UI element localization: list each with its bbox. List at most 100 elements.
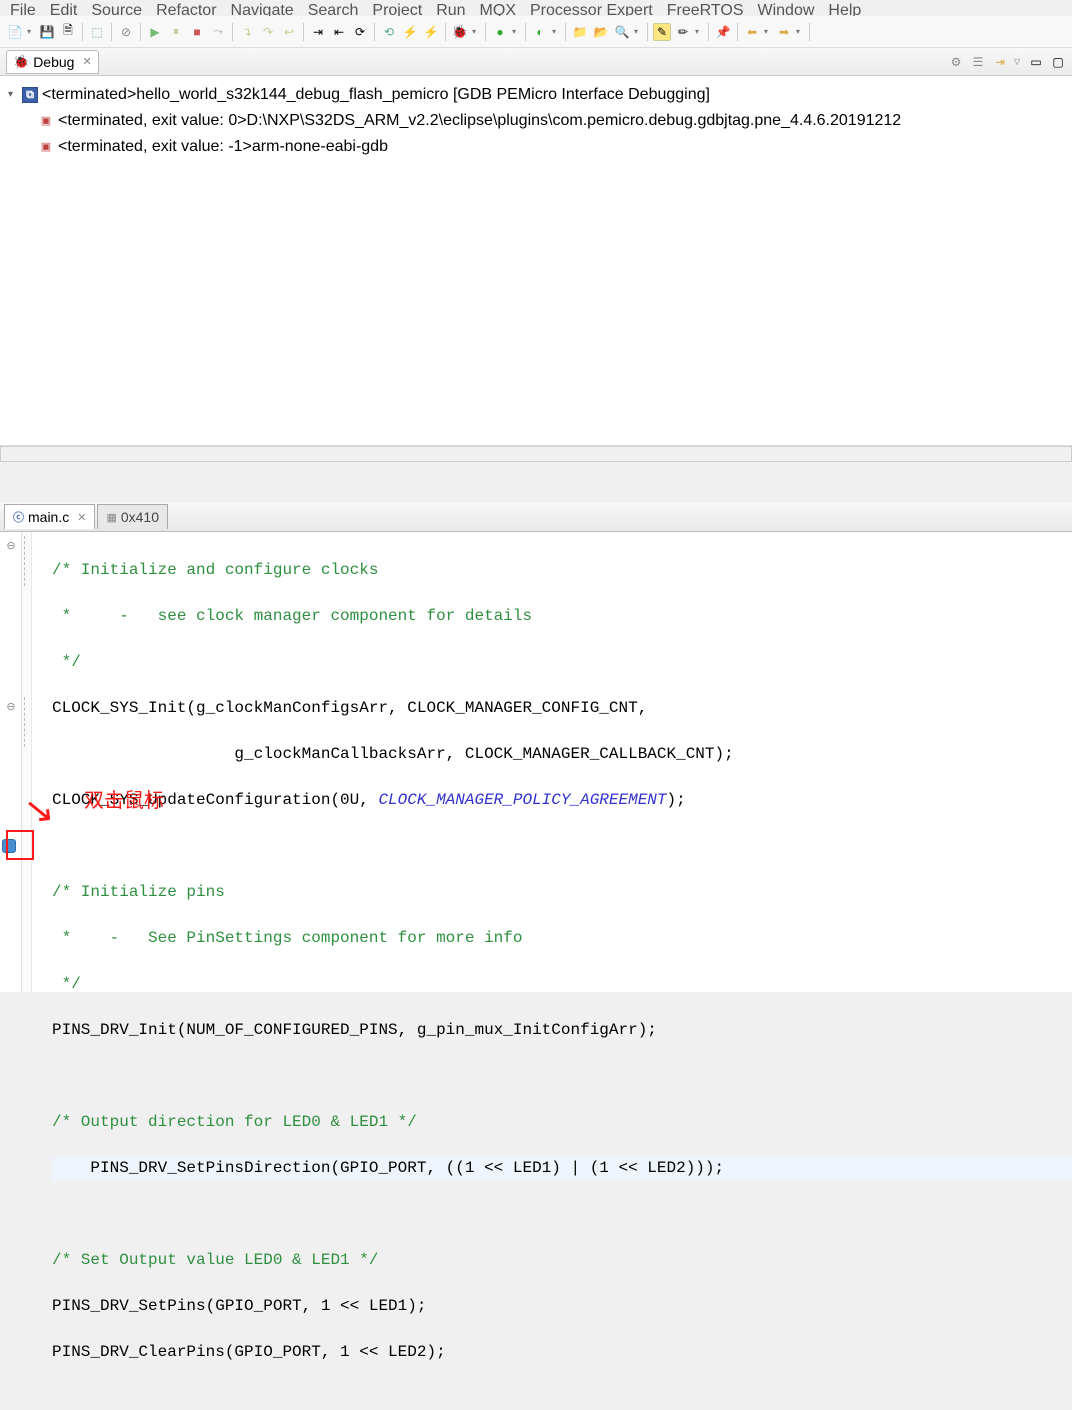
code-text: PINS_DRV_SetPins(GPIO_PORT, 1 << LED1); <box>52 1297 426 1315</box>
tab-memory[interactable]: ▦ 0x410 <box>97 504 168 529</box>
terminate-icon[interactable]: ■ <box>188 23 206 41</box>
menu-freertos[interactable]: FreeRTOS <box>667 2 744 14</box>
reset-icon[interactable]: ⟲ <box>380 23 398 41</box>
new-dropdown[interactable]: ▾ <box>27 27 35 36</box>
code-text: g_clockManCallbacksArr, CLOCK_MANAGER_CA… <box>52 745 734 763</box>
tree-expand-icon[interactable]: ▾ <box>8 82 18 108</box>
fold-icon[interactable]: ⊖ <box>0 697 22 720</box>
tab-main-c[interactable]: ⓒ main.c ✕ <box>4 504 95 529</box>
close-icon[interactable]: ✕ <box>77 511 86 524</box>
step-into-icon[interactable]: ↴ <box>238 23 256 41</box>
flash-action-icon[interactable]: ⚡ <box>422 23 440 41</box>
code-comment: * - See PinSettings component for more i… <box>52 929 522 947</box>
menu-bar: File Edit Source Refactor Navigate Searc… <box>0 0 1072 16</box>
folding-ruler <box>22 532 32 992</box>
editor-tab-bar: ⓒ main.c ✕ ▦ 0x410 <box>0 502 1072 532</box>
view-menu-dropdown[interactable]: ▽ <box>1014 57 1022 66</box>
code-comment: /* Initialize pins <box>52 883 225 901</box>
menu-project[interactable]: Project <box>372 2 422 14</box>
maximize-icon[interactable]: ▢ <box>1050 54 1066 70</box>
debug-tools-tree-icon[interactable]: ☰ <box>970 54 986 70</box>
minimize-icon[interactable]: ▭ <box>1028 54 1044 70</box>
menu-run[interactable]: Run <box>436 2 465 14</box>
back-icon[interactable]: ⬅ <box>743 23 761 41</box>
code-comment: */ <box>52 975 81 993</box>
terminated-icon: ▣ <box>38 113 54 129</box>
edit-dropdown[interactable]: ▾ <box>695 27 703 36</box>
debug-dropdown[interactable]: ▾ <box>472 27 480 36</box>
code-const: CLOCK_MANAGER_POLICY_AGREEMENT <box>378 791 666 809</box>
tab-main-label: main.c <box>28 509 69 525</box>
menu-processor-expert[interactable]: Processor Expert <box>530 2 653 14</box>
tab-memory-label: 0x410 <box>121 509 159 525</box>
forward-icon[interactable]: ➡ <box>775 23 793 41</box>
save-icon[interactable]: 💾 <box>38 23 56 41</box>
menu-navigate[interactable]: Navigate <box>231 2 294 14</box>
disconnect-icon[interactable]: ⤳ <box>209 23 227 41</box>
step-over-instr-icon[interactable]: ⇤ <box>330 23 348 41</box>
instruction-mode-icon[interactable]: ⟳ <box>351 23 369 41</box>
menu-mqx[interactable]: MQX <box>480 2 516 14</box>
code-text: CLOCK_SYS_UpdateConfiguration(0U, <box>52 791 378 809</box>
binary-icon[interactable]: ⬚ <box>88 23 106 41</box>
terminated-icon: ▣ <box>38 139 54 155</box>
suspend-icon[interactable]: ⏸ <box>167 23 185 41</box>
process-node-2[interactable]: ▣ <terminated, exit value: -1>arm-none-e… <box>8 134 1064 160</box>
code-text: ); <box>667 791 686 809</box>
back-dropdown[interactable]: ▾ <box>764 27 772 36</box>
launch-node[interactable]: ▾ ⧉ <terminated>hello_world_s32k144_debu… <box>8 82 1064 108</box>
menu-edit[interactable]: Edit <box>50 2 78 14</box>
memory-icon: ▦ <box>106 511 116 524</box>
debug-icon[interactable]: 🐞 <box>451 23 469 41</box>
run-dropdown[interactable]: ▾ <box>512 27 520 36</box>
code-comment: /* Set Output value LED0 & LED1 */ <box>52 1251 378 1269</box>
code-comment: * - see clock manager component for deta… <box>52 607 532 625</box>
run-icon[interactable]: ● <box>491 23 509 41</box>
step-into-instr-icon[interactable]: ⇥ <box>309 23 327 41</box>
pin-icon[interactable]: 📌 <box>714 23 732 41</box>
edit-icon[interactable]: ✏ <box>674 23 692 41</box>
close-icon[interactable]: ✕ <box>82 55 91 68</box>
fold-icon[interactable]: ⊖ <box>0 536 22 559</box>
coverage-icon[interactable]: ◐ <box>531 23 549 41</box>
menu-window[interactable]: Window <box>757 2 814 14</box>
forward-dropdown[interactable]: ▾ <box>796 27 804 36</box>
code-comment: /* Initialize and configure clocks <box>52 561 378 579</box>
resume-icon[interactable]: ▶ <box>146 23 164 41</box>
menu-source[interactable]: Source <box>91 2 142 14</box>
coverage-dropdown[interactable]: ▾ <box>552 27 560 36</box>
debug-view-tab[interactable]: 🐞 Debug ✕ <box>6 50 99 74</box>
current-line: PINS_DRV_SetPinsDirection(GPIO_PORT, ((1… <box>52 1157 1072 1180</box>
debug-view-toolbar: ⚙ ☰ ⇥ ▽ ▭ ▢ <box>948 54 1066 70</box>
debug-tools-gear-icon[interactable]: ⚙ <box>948 54 964 70</box>
code-content[interactable]: /* Initialize and configure clocks * - s… <box>32 532 1072 992</box>
new-icon[interactable]: 📄 <box>6 23 24 41</box>
process-1-label: <terminated, exit value: 0>D:\NXP\S32DS_… <box>58 108 901 134</box>
bug-icon: 🐞 <box>13 54 29 70</box>
search-icon[interactable]: 🔍 <box>613 23 631 41</box>
step-over-icon[interactable]: ↷ <box>259 23 277 41</box>
code-text: PINS_DRV_Init(NUM_OF_CONFIGURED_PINS, g_… <box>52 1021 657 1039</box>
menu-help[interactable]: Help <box>828 2 861 14</box>
launch-label: <terminated>hello_world_s32k144_debug_fl… <box>42 82 710 108</box>
open-folder-icon[interactable]: 📂 <box>592 23 610 41</box>
process-node-1[interactable]: ▣ <terminated, exit value: 0>D:\NXP\S32D… <box>8 108 1064 134</box>
debug-scrollbar[interactable] <box>0 446 1072 462</box>
highlight-icon[interactable]: ✎ <box>653 23 671 41</box>
menu-refactor[interactable]: Refactor <box>156 2 216 14</box>
step-return-icon[interactable]: ↩ <box>280 23 298 41</box>
editor-gutter[interactable]: ⊖ ⊖ <box>0 532 22 992</box>
menu-file[interactable]: File <box>10 2 36 14</box>
main-toolbar: 📄▾ 💾 🗎 ⬚ ⊘ ▶ ⏸ ■ ⤳ ↴ ↷ ↩ ⇥ ⇤ ⟳ ⟲ ⚡ ⚡ 🐞▾ … <box>0 16 1072 48</box>
flash-icon[interactable]: ⚡ <box>401 23 419 41</box>
c-file-icon: ⓒ <box>13 509 24 525</box>
new-file-icon[interactable]: 📁 <box>571 23 589 41</box>
breakpoint-marker[interactable] <box>2 839 16 853</box>
search-dropdown[interactable]: ▾ <box>634 27 642 36</box>
disable-breakpoints-icon[interactable]: ⊘ <box>117 23 135 41</box>
code-editor[interactable]: ⊖ ⊖ /* Initialize and configure clocks *… <box>0 532 1072 992</box>
process-2-label: <terminated, exit value: -1>arm-none-eab… <box>58 134 388 160</box>
menu-search[interactable]: Search <box>308 2 359 14</box>
debug-tools-step-icon[interactable]: ⇥ <box>992 54 1008 70</box>
save-all-icon[interactable]: 🗎 <box>59 23 77 41</box>
